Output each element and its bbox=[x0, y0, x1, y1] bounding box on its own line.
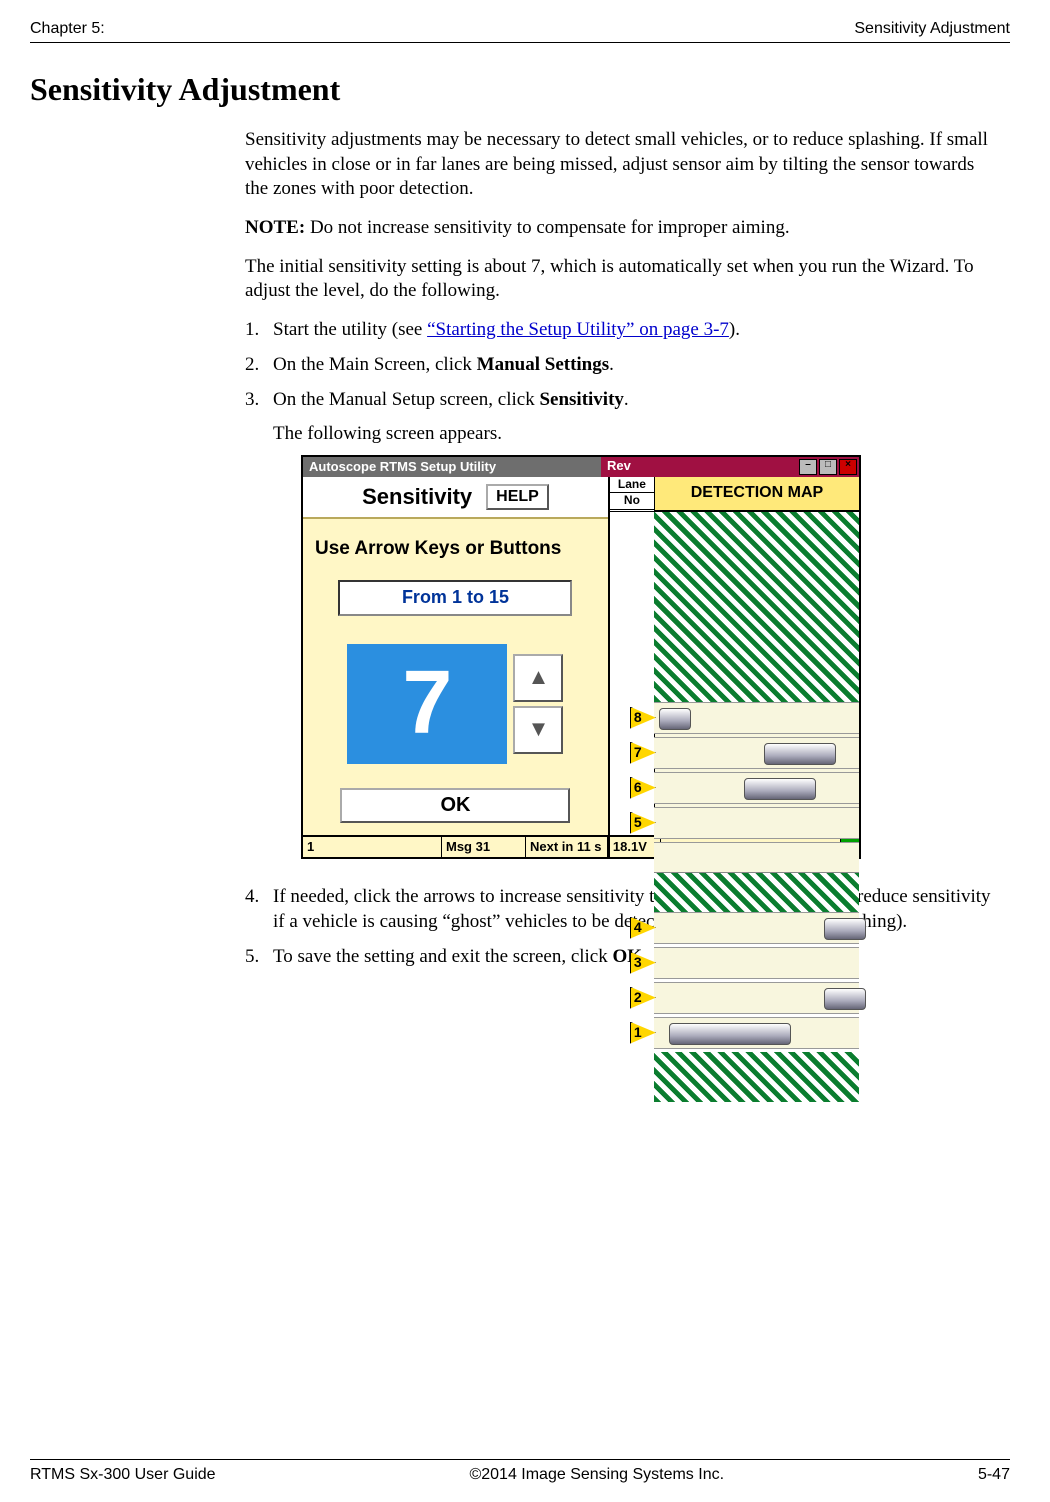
window-title: Autoscope RTMS Setup Utility bbox=[303, 457, 601, 477]
step-1: Start the utility (see “Starting the Set… bbox=[273, 318, 1000, 343]
status-msg: Msg 31 bbox=[442, 837, 526, 858]
page-footer: RTMS Sx-300 User Guide ©2014 Image Sensi… bbox=[30, 1459, 1010, 1484]
rev-label: Rev bbox=[607, 458, 631, 475]
section-heading: Sensitivity Adjustment bbox=[30, 71, 1010, 108]
sensitivity-value: 7 bbox=[347, 644, 507, 764]
increase-button[interactable]: ▲ bbox=[513, 654, 563, 702]
lead-paragraph: The initial sensitivity setting is about… bbox=[245, 255, 1000, 304]
footer-center: ©2014 Image Sensing Systems Inc. bbox=[469, 1466, 724, 1484]
instruction-text: Use Arrow Keys or Buttons bbox=[315, 537, 596, 562]
note-label: NOTE: bbox=[245, 217, 305, 238]
detection-map: 8 7 6 bbox=[610, 511, 859, 835]
help-button[interactable]: HELP bbox=[486, 484, 549, 510]
step-number: 2. bbox=[245, 353, 273, 378]
decrease-button[interactable]: ▼ bbox=[513, 706, 563, 754]
ok-button[interactable]: OK bbox=[340, 788, 570, 823]
maximize-icon[interactable]: □ bbox=[819, 459, 837, 475]
minimize-icon[interactable]: – bbox=[799, 459, 817, 475]
footer-left: RTMS Sx-300 User Guide bbox=[30, 1466, 216, 1484]
note-text: Do not increase sensitivity to compensat… bbox=[310, 217, 790, 238]
header-section: Sensitivity Adjustment bbox=[854, 20, 1010, 38]
intro-paragraph: Sensitivity adjustments may be necessary… bbox=[245, 128, 1000, 202]
detection-map-title: DETECTION MAP bbox=[655, 477, 859, 511]
step-number: 1. bbox=[245, 318, 273, 343]
status-id: 1 bbox=[303, 837, 442, 858]
xref-link[interactable]: “Starting the Setup Utility” on page 3-7 bbox=[427, 319, 729, 340]
step-2: On the Main Screen, click Manual Setting… bbox=[273, 353, 1000, 378]
panel-title: Sensitivity bbox=[362, 483, 472, 512]
step-3: On the Manual Setup screen, click Sensit… bbox=[273, 388, 1000, 876]
step-3-sub: The following screen appears. bbox=[273, 422, 1000, 447]
step-number: 5. bbox=[245, 945, 273, 970]
page-header: Chapter 5: Sensitivity Adjustment bbox=[30, 20, 1010, 43]
lane-header: Lane bbox=[610, 477, 654, 494]
range-display: From 1 to 15 bbox=[338, 580, 572, 615]
utility-screenshot: Autoscope RTMS Setup Utility Rev – □ × bbox=[301, 455, 861, 860]
step-number: 4. bbox=[245, 885, 273, 934]
step-number: 3. bbox=[245, 388, 273, 876]
no-header: No bbox=[610, 493, 654, 510]
status-next: Next in 11 s bbox=[526, 837, 608, 858]
note-paragraph: NOTE: Do not increase sensitivity to com… bbox=[245, 216, 1000, 241]
close-icon[interactable]: × bbox=[839, 459, 857, 475]
chapter-label: Chapter 5: bbox=[30, 20, 105, 38]
footer-right: 5-47 bbox=[978, 1466, 1010, 1484]
